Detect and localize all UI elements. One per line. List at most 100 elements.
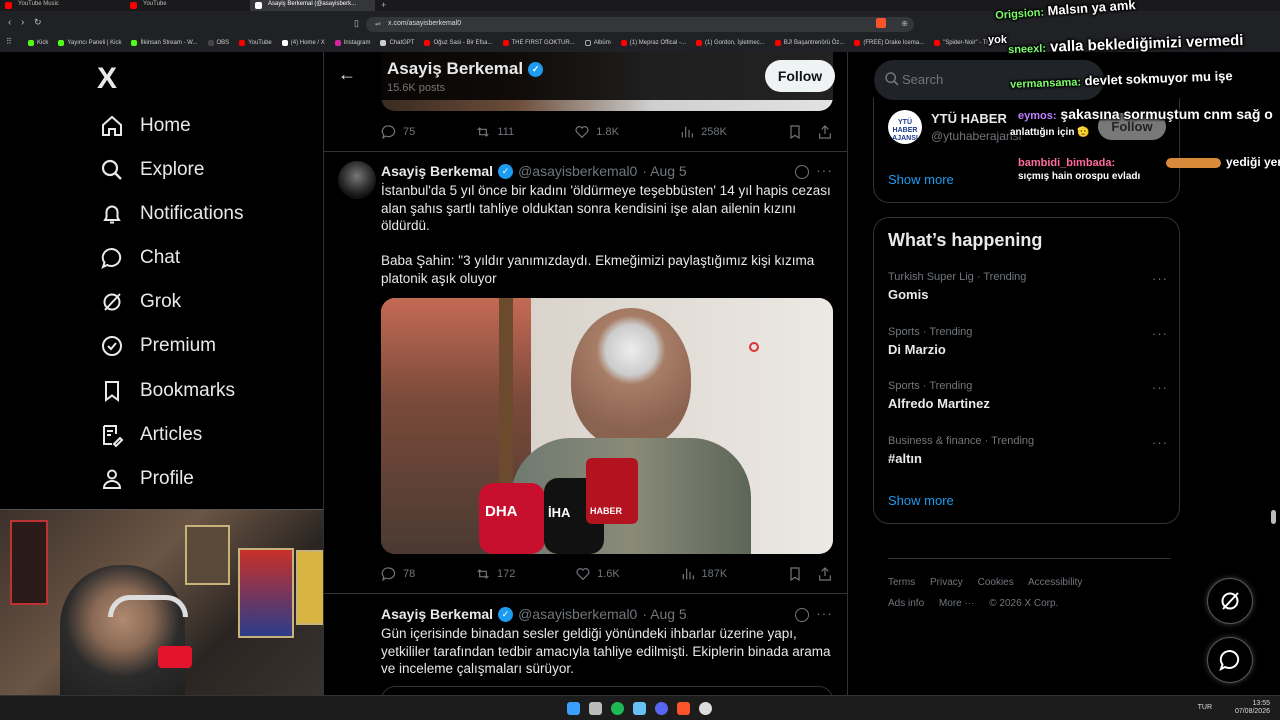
footer-link[interactable]: Accessibility	[1028, 577, 1082, 588]
trend-item[interactable]: Sports · Trending Di Marzio ···	[888, 326, 1168, 357]
author-name[interactable]: Asayiş Berkemal	[381, 163, 493, 179]
bookmark-item[interactable]: (FREE) Drake Icema...	[854, 37, 924, 49]
footer-link[interactable]: More ···	[939, 598, 975, 609]
bookmark-item[interactable]: (1) Mepraz Offical -...	[620, 37, 686, 49]
bookmark-item[interactable]: (4) Home / X	[281, 37, 325, 49]
bookmark-star-icon[interactable]: ▯	[354, 18, 359, 29]
grok-explain-icon[interactable]	[795, 608, 809, 622]
nav-chat[interactable]: Chat	[100, 243, 180, 273]
obs-icon[interactable]	[699, 702, 712, 715]
nav-label: Articles	[140, 424, 203, 445]
reload-icon[interactable]: ↻	[34, 17, 42, 28]
x-logo[interactable]: X	[97, 62, 117, 96]
bookmark-item[interactable]: (1) Gordon, İşletmec...	[696, 37, 765, 49]
tweet-date[interactable]: · Aug 5	[642, 606, 686, 622]
nav-premium[interactable]: Premium	[100, 331, 216, 361]
follow-button[interactable]: Follow	[765, 60, 835, 92]
language-indicator[interactable]: TUR	[1198, 704, 1212, 712]
follow-button[interactable]: Follow	[1098, 113, 1166, 140]
start-icon[interactable]	[567, 702, 580, 715]
scrollbar[interactable]	[1271, 510, 1276, 524]
browser-tab[interactable]: YouTube Music	[0, 0, 125, 11]
bookmark-item[interactable]: Instagram	[334, 37, 370, 49]
system-tray[interactable]: TUR 13:55 07/08/2026	[1198, 700, 1270, 716]
like-button[interactable]: 1.8K	[574, 124, 619, 140]
brave-icon[interactable]	[876, 18, 886, 28]
bookmark-item[interactable]: "Spider-Noir" - True...	[934, 37, 1000, 49]
nav-home[interactable]: Home	[100, 111, 191, 141]
file-explorer-icon[interactable]	[589, 702, 602, 715]
author-handle[interactable]: @asayisberkemal0	[518, 606, 637, 622]
footer-link[interactable]: Cookies	[978, 577, 1014, 588]
browser-tab[interactable]: YouTube	[125, 0, 250, 11]
more-options-icon[interactable]: ···	[1152, 380, 1168, 395]
back-arrow-icon[interactable]: ←	[338, 64, 356, 85]
bookmark-item[interactable]: OBS	[207, 37, 229, 49]
more-options-icon[interactable]: ···	[816, 162, 833, 178]
suggested-account-handle[interactable]: @ytuhaberajansi	[931, 129, 1021, 143]
nav-explore[interactable]: Explore	[100, 155, 204, 185]
spotify-icon[interactable]	[611, 702, 624, 715]
zoom-icon[interactable]: ⊕	[901, 19, 908, 28]
more-options-icon[interactable]: ···	[1152, 435, 1168, 450]
bookmark-icon[interactable]	[787, 566, 803, 582]
address-bar[interactable]: ⇌ x.com/asayisberkemal0 ⊕	[366, 17, 914, 32]
nav-notifications[interactable]: Notifications	[100, 199, 244, 229]
messages-button[interactable]	[1207, 637, 1253, 683]
back-icon[interactable]: ‹	[8, 17, 11, 28]
suggested-account-name[interactable]: YTÜ HABER	[931, 111, 1007, 126]
views-button[interactable]: 258K	[679, 124, 727, 140]
steam-icon[interactable]	[633, 702, 646, 715]
reply-button[interactable]: 78	[381, 566, 415, 582]
trend-item[interactable]: Turkish Super Lig · Trending Gomis ···	[888, 271, 1168, 302]
brave-icon[interactable]	[677, 702, 690, 715]
like-button[interactable]: 1.6K	[575, 566, 620, 582]
more-options-icon[interactable]: ···	[1152, 326, 1168, 341]
views-button[interactable]: 187K	[680, 566, 727, 582]
nav-bookmarks[interactable]: Bookmarks	[100, 376, 235, 406]
reply-button[interactable]: 75	[381, 124, 415, 140]
bookmark-item[interactable]: BJ! Başantrenörü Öz...	[774, 37, 844, 49]
nav-profile[interactable]: Profile	[100, 464, 194, 494]
tweet-video[interactable]: DHA İHA HABER	[381, 298, 833, 554]
new-tab-button[interactable]: +	[375, 0, 392, 11]
repost-button[interactable]: 111	[475, 124, 514, 140]
bookmark-item[interactable]: Oğuz Sasi - Bir Efsa...	[424, 37, 493, 49]
trend-item[interactable]: Sports · Trending Alfredo Martinez ···	[888, 380, 1168, 411]
bookmark-item[interactable]: İlkinsan Stream - W...	[131, 37, 198, 49]
apps-icon[interactable]: ⠿	[6, 37, 12, 46]
discord-icon[interactable]	[655, 702, 668, 715]
repost-button[interactable]: 172	[475, 566, 515, 582]
footer-link[interactable]: Terms	[888, 577, 915, 588]
trend-item[interactable]: Business & finance · Trending #altın ···	[888, 435, 1168, 466]
tweet-date[interactable]: · Aug 5	[642, 163, 686, 179]
nav-articles[interactable]: Articles	[100, 420, 202, 450]
share-icon[interactable]	[817, 566, 833, 582]
nav-grok[interactable]: Grok	[100, 287, 181, 317]
grok-explain-icon[interactable]	[795, 165, 809, 179]
bookmark-item[interactable]: Kick	[28, 37, 48, 49]
footer-link[interactable]: Privacy	[930, 577, 963, 588]
bookmark-item[interactable]: YouTube	[239, 37, 272, 49]
more-options-icon[interactable]: ···	[816, 605, 833, 621]
show-more-link[interactable]: Show more	[888, 493, 954, 508]
grok-button[interactable]	[1207, 578, 1253, 624]
browser-tab-active[interactable]: Asayiş Berkemal (@asayisberk...	[250, 0, 375, 11]
forward-icon[interactable]: ›	[21, 17, 24, 28]
bookmark-item[interactable]: ChatGPT	[380, 37, 414, 49]
footer-link[interactable]: Ads info	[888, 598, 924, 609]
more-options-icon[interactable]: ···	[1152, 271, 1168, 286]
bookmark-icon[interactable]	[787, 124, 803, 140]
author-handle[interactable]: @asayisberkemal0	[518, 163, 637, 179]
bookmark-item[interactable]: Yayıncı Paneli | Kick	[58, 37, 121, 49]
share-icon[interactable]	[817, 124, 833, 140]
bookmark-item[interactable]: THE FIRST GOKTUR...	[502, 37, 575, 49]
bookmark-item[interactable]: Albüm	[584, 37, 611, 49]
avatar[interactable]	[338, 161, 376, 199]
search-input[interactable]: Search	[874, 60, 1104, 100]
tweet-media-preview[interactable]	[381, 686, 833, 695]
site-info-icon[interactable]: ⇌	[375, 20, 381, 28]
show-more-link[interactable]: Show more	[888, 172, 954, 187]
avatar[interactable]: YTÜ HABER AJANSI	[888, 110, 922, 144]
author-name[interactable]: Asayiş Berkemal	[381, 606, 493, 622]
